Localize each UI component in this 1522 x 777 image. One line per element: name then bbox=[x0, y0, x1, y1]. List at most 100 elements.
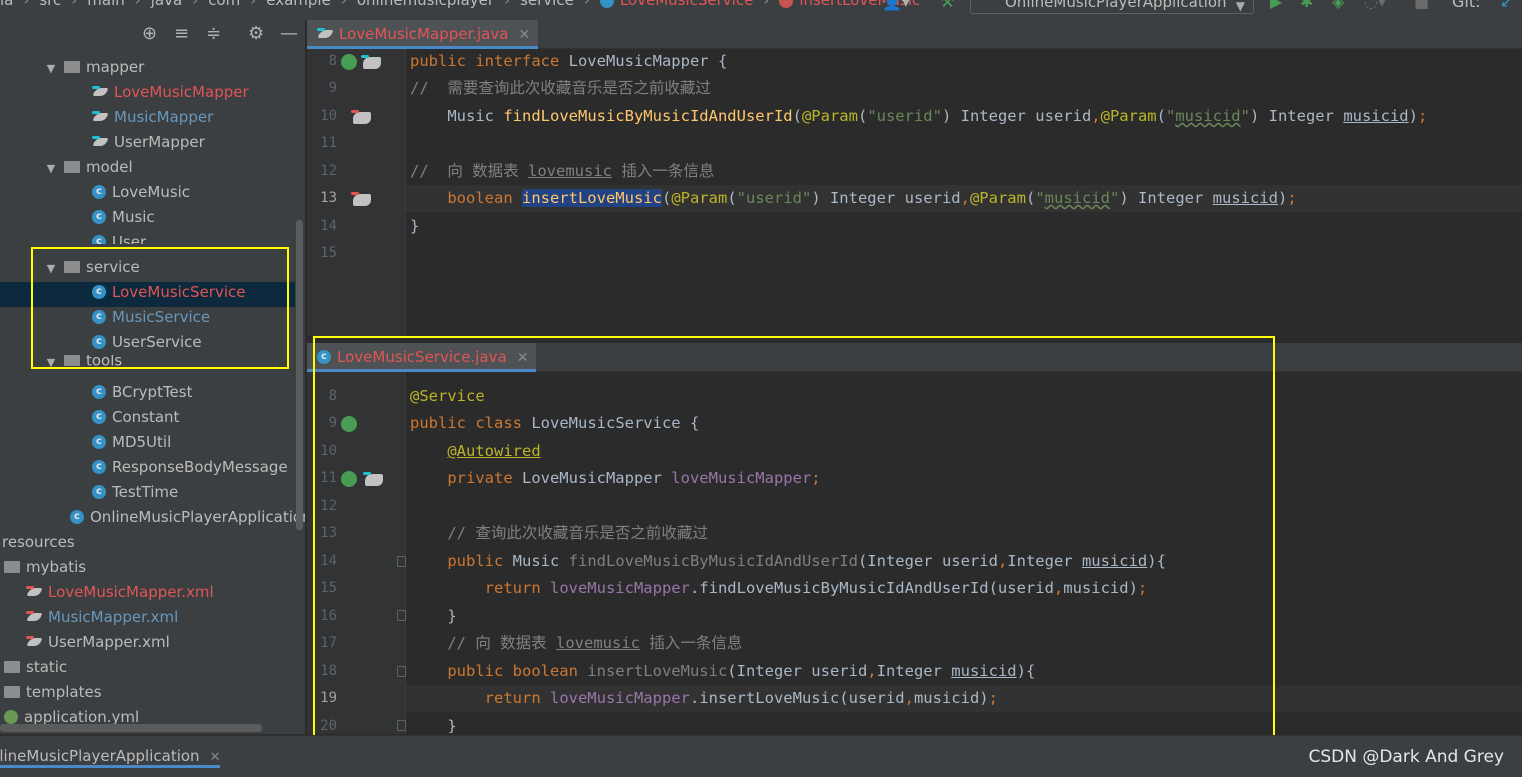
tree-item[interactable]: c MD5Util bbox=[92, 430, 171, 455]
chevron-right-icon: › bbox=[23, 0, 30, 9]
breadcrumb-item[interactable]: main bbox=[87, 0, 124, 9]
user-icon[interactable]: 👤▾ bbox=[882, 0, 910, 11]
editor-gutter-top: 8 9 10 11 12 13 14 15 bbox=[307, 49, 406, 336]
tree-folder-mybatis[interactable]: mybatis bbox=[4, 555, 86, 580]
tree-item-label: LoveMusicMapper.xml bbox=[48, 583, 214, 601]
tree-item-label: static bbox=[26, 658, 68, 676]
breadcrumb-item[interactable]: java bbox=[151, 0, 182, 9]
gear-icon[interactable]: ⚙ bbox=[248, 23, 264, 44]
tree-folder-static[interactable]: static bbox=[4, 655, 67, 680]
tree-item-label: LoveMusic bbox=[112, 183, 191, 201]
class-icon: c bbox=[92, 209, 106, 224]
expand-arrow-icon[interactable]: ▼ bbox=[44, 56, 58, 81]
run-tool-window-bar: OnlineMusicPlayerApplication ✕ CSDN @Dark… bbox=[0, 735, 1522, 777]
breadcrumb-item[interactable]: onlinemusicplayer bbox=[357, 0, 494, 9]
coverage-icon[interactable]: ◈ bbox=[1332, 0, 1344, 11]
breadcrumb-class-label: LoveMusicService bbox=[619, 0, 754, 9]
active-tab-indicator bbox=[0, 765, 220, 768]
mapper-icon bbox=[317, 27, 335, 40]
folder-icon bbox=[64, 160, 80, 173]
class-icon: c bbox=[92, 484, 106, 499]
tree-folder-model[interactable]: ▼ model bbox=[44, 155, 133, 180]
tree-item[interactable]: LoveMusicMapper.xml bbox=[26, 580, 214, 605]
tree-item[interactable]: c TestTime bbox=[92, 480, 178, 505]
tree-item[interactable]: MusicMapper bbox=[92, 105, 213, 130]
line-number: 14 bbox=[320, 218, 337, 234]
tree-item[interactable]: UserMapper bbox=[92, 130, 205, 155]
tree-item[interactable]: c BCryptTest bbox=[92, 380, 193, 405]
vcs-update-icon[interactable]: ↙ bbox=[1500, 0, 1513, 11]
tree-folder-mapper[interactable]: ▼ mapper bbox=[44, 55, 144, 80]
line-number: 15 bbox=[320, 245, 337, 261]
tree-vertical-scrollbar[interactable] bbox=[296, 220, 303, 530]
folder-icon bbox=[4, 660, 20, 673]
tree-item[interactable]: c User bbox=[92, 230, 146, 244]
tab-lovemusicmapper[interactable]: LoveMusicMapper.java ✕ bbox=[307, 20, 539, 49]
line-number: 9 bbox=[328, 80, 337, 96]
tree-item[interactable]: c OnlineMusicPlayerApplication bbox=[70, 505, 305, 530]
tree-item-label: UserMapper bbox=[114, 133, 205, 151]
spring-app-icon: c bbox=[70, 509, 84, 524]
mapper-icon bbox=[92, 85, 110, 98]
debug-icon[interactable]: ✱ bbox=[1300, 0, 1313, 11]
highlight-box-service-editor bbox=[313, 336, 1275, 754]
expand-all-icon[interactable]: ≡ bbox=[174, 23, 189, 44]
locate-icon[interactable]: ⊕ bbox=[142, 23, 157, 44]
build-hammer-icon[interactable]: ⚒ bbox=[940, 0, 954, 11]
run-configuration-label: OnlineMusicPlayerApplication bbox=[1005, 0, 1227, 11]
class-icon: c bbox=[92, 234, 106, 244]
tree-item[interactable]: MusicMapper.xml bbox=[26, 605, 178, 630]
collapse-all-icon[interactable]: ≑ bbox=[206, 23, 221, 44]
run-icon[interactable]: ▶ bbox=[1270, 0, 1282, 11]
tree-item[interactable]: c Music bbox=[92, 205, 155, 230]
folder-icon bbox=[64, 60, 80, 73]
breadcrumb-item[interactable]: LoveMusicService bbox=[599, 0, 754, 9]
folder-icon bbox=[4, 685, 20, 698]
tree-item-label: UserMapper.xml bbox=[48, 633, 170, 651]
tab-label: LoveMusicMapper.java bbox=[339, 25, 509, 43]
line-number: 12 bbox=[320, 163, 337, 179]
stop-icon[interactable]: ■ bbox=[1414, 0, 1429, 11]
tree-item-label: User bbox=[112, 233, 147, 244]
breadcrumb-item[interactable]: src bbox=[39, 0, 61, 9]
breadcrumb-item[interactable]: service bbox=[520, 0, 574, 9]
mybatis-navigate-icon[interactable] bbox=[351, 192, 371, 206]
profile-icon[interactable]: ◌▾ bbox=[1364, 0, 1386, 11]
class-icon: c bbox=[92, 459, 106, 474]
chevron-down-icon: ▼ bbox=[1235, 0, 1245, 13]
tree-item-label: LoveMusicMapper bbox=[114, 83, 249, 101]
tree-item[interactable]: UserMapper.xml bbox=[26, 630, 170, 655]
line-number: 8 bbox=[328, 53, 337, 69]
line-number: 11 bbox=[320, 135, 337, 151]
expand-arrow-icon[interactable]: ▼ bbox=[44, 156, 58, 181]
mybatis-navigate-icon[interactable] bbox=[361, 55, 381, 69]
breadcrumb-item[interactable]: com bbox=[208, 0, 240, 9]
yaml-file-icon bbox=[4, 709, 18, 724]
breadcrumb-item[interactable]: example bbox=[266, 0, 331, 9]
folder-icon bbox=[4, 560, 20, 573]
close-icon[interactable]: ✕ bbox=[210, 750, 221, 765]
tree-item-label: MusicMapper bbox=[114, 108, 214, 126]
tree-horizontal-scrollbar[interactable] bbox=[0, 724, 262, 732]
tree-folder-resources[interactable]: resources bbox=[2, 530, 75, 555]
tree-folder-templates[interactable]: templates bbox=[4, 680, 102, 705]
implemented-interface-icon[interactable] bbox=[341, 54, 357, 70]
breadcrumb-item[interactable]: ia bbox=[0, 0, 13, 9]
method-icon bbox=[779, 0, 794, 8]
tree-item[interactable]: c ResponseBodyMessage bbox=[92, 455, 288, 480]
tree-item[interactable]: LoveMusicMapper bbox=[92, 80, 249, 105]
run-tab-label: OnlineMusicPlayerApplication bbox=[0, 747, 200, 765]
close-icon[interactable]: ✕ bbox=[518, 27, 530, 43]
editor-code-top[interactable]: public interface LoveMusicMapper { // 需要… bbox=[406, 49, 1522, 336]
minimize-icon[interactable]: — bbox=[280, 23, 298, 44]
tree-item-label: TestTime bbox=[112, 483, 179, 501]
tree-item-label: OnlineMusicPlayerApplication bbox=[90, 508, 305, 526]
chevron-right-icon: › bbox=[71, 0, 78, 9]
tree-item[interactable]: c LoveMusic bbox=[92, 180, 190, 205]
tree-item-label: Music bbox=[112, 208, 155, 226]
mybatis-navigate-icon[interactable] bbox=[351, 110, 371, 124]
breadcrumb: ia › src › main › java › com › example › onlinemusic… bbox=[0, 0, 920, 9]
tree-item[interactable]: c Constant bbox=[92, 405, 179, 430]
run-configuration-select[interactable]: OnlineMusicPlayerApplication ▼ bbox=[970, 0, 1254, 14]
mybatis-xml-icon bbox=[26, 610, 44, 623]
